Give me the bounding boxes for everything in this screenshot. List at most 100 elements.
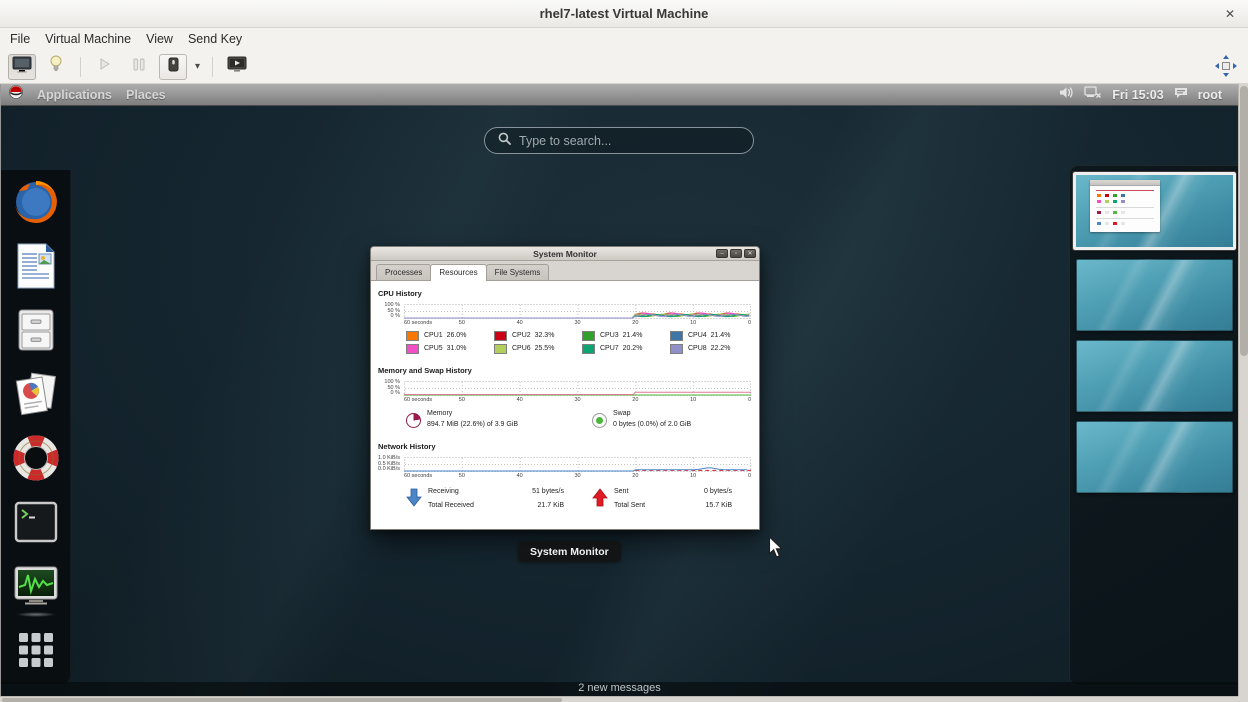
dock-item-libreoffice-writer[interactable]: [12, 242, 60, 290]
cpu4-swatch: [670, 331, 683, 341]
redhat-logo-icon: [9, 85, 23, 104]
swap-pie-icon: [592, 413, 607, 428]
message-tray-text: 2 new messages: [578, 682, 661, 694]
dock-item-terminal[interactable]: [12, 498, 60, 546]
sent-label: Sent: [614, 488, 676, 498]
search-placeholder: Type to search...: [519, 134, 611, 148]
vertical-scrollbar-thumb[interactable]: [1240, 86, 1248, 356]
toolbar-separator: [80, 57, 81, 77]
workspace-thumbnail-1[interactable]: [1073, 172, 1236, 250]
cpu5-swatch: [406, 344, 419, 354]
close-icon[interactable]: ✕: [744, 249, 756, 258]
console-monitor-icon: [12, 56, 32, 78]
mouse-cursor: [768, 536, 785, 564]
horizontal-scrollbar-thumb[interactable]: [2, 698, 562, 702]
workspace-thumbnail-3[interactable]: [1076, 340, 1233, 412]
user-menu[interactable]: root: [1198, 88, 1222, 102]
window-caption: System Monitor: [518, 541, 621, 562]
resources-pane: CPU History 100 %50 %0 % 60 seconds50403…: [371, 281, 759, 512]
horizontal-scrollbar[interactable]: [0, 696, 1238, 702]
menu-file[interactable]: File: [9, 30, 31, 48]
swap-label: Swap: [613, 410, 691, 417]
vm-toolbar: ▾: [0, 50, 1248, 84]
app-grid-icon: [17, 631, 55, 669]
dash-dock: [1, 170, 71, 684]
resize-handle-button[interactable]: [1214, 54, 1238, 83]
running-indicator: [16, 612, 56, 617]
sm-tabbar: Processes Resources File Systems: [371, 261, 759, 281]
cpu2-swatch: [494, 331, 507, 341]
cpu1-swatch: [406, 331, 419, 341]
vm-titlebar[interactable]: rhel7-latest Virtual Machine ✕: [0, 0, 1248, 28]
maximize-icon[interactable]: ▫: [730, 249, 742, 258]
menu-virtual-machine[interactable]: Virtual Machine: [44, 30, 132, 48]
memory-label: Memory: [427, 410, 518, 417]
memory-history-title: Memory and Swap History: [378, 366, 751, 375]
applications-menu[interactable]: Applications: [37, 88, 112, 102]
terminal-icon: [14, 501, 58, 543]
sm-window-title: System Monitor: [533, 249, 597, 259]
menu-view[interactable]: View: [145, 30, 174, 48]
workspace-thumbnail-2[interactable]: [1076, 259, 1233, 331]
cpu8-swatch: [670, 344, 683, 354]
clock[interactable]: Fri 15:03: [1112, 88, 1163, 102]
cpu7-swatch: [582, 344, 595, 354]
system-monitor-icon: [13, 565, 59, 607]
chevron-down-icon[interactable]: ▾: [193, 61, 202, 72]
life-ring-icon: [13, 435, 59, 481]
file-cabinet-icon: [17, 308, 55, 352]
mini-window-preview: [1090, 180, 1160, 232]
network-history-graph: 1.0 KiB/s0.5 KiB/s0.0 KiB/s 60 seconds50…: [378, 457, 751, 481]
total-received-label: Total Received: [428, 502, 498, 512]
cpu-legend: CPU1 26.0% CPU2 32.3% CPU3 21.4% CPU4 21…: [406, 330, 751, 354]
memory-history-graph: 100 %50 %0 % 60 seconds50403020100: [378, 381, 751, 405]
cpu-history-title: CPU History: [378, 289, 751, 298]
menu-send-key[interactable]: Send Key: [187, 30, 243, 48]
close-icon[interactable]: ✕: [1221, 5, 1239, 23]
receiving-label: Receiving: [428, 488, 498, 498]
receiving-arrow-icon: [406, 488, 422, 512]
console-view-button[interactable]: [8, 54, 36, 80]
network-history-title: Network History: [378, 442, 751, 451]
places-menu[interactable]: Places: [126, 88, 166, 102]
lightbulb-icon: [50, 55, 62, 78]
toolbar-separator: [212, 57, 213, 77]
sm-titlebar[interactable]: System Monitor – ▫ ✕: [371, 247, 759, 261]
system-monitor-window[interactable]: System Monitor – ▫ ✕ Processes Resources…: [370, 246, 760, 530]
cpu-history-graph: 100 %50 %0 % 60 seconds50403020100: [378, 304, 751, 328]
dock-item-help[interactable]: [12, 434, 60, 482]
network-status-icon[interactable]: [1084, 86, 1102, 104]
workspace-thumbnail-4[interactable]: [1076, 421, 1233, 493]
search-input[interactable]: Type to search...: [484, 127, 754, 154]
total-received-value: 21.7 KiB: [498, 502, 564, 512]
message-tray[interactable]: 2 new messages: [1, 682, 1238, 696]
dock-item-file-manager[interactable]: [12, 306, 60, 354]
dock-item-documents[interactable]: [12, 370, 60, 418]
sent-arrow-icon: [592, 488, 608, 512]
run-button[interactable]: [91, 54, 119, 80]
details-button[interactable]: [42, 54, 70, 80]
sent-value: 0 bytes/s: [676, 488, 732, 498]
dock-item-system-monitor[interactable]: [12, 562, 60, 610]
tab-file-systems[interactable]: File Systems: [486, 264, 550, 280]
workspace-switcher: [1069, 165, 1238, 686]
tab-resources[interactable]: Resources: [430, 264, 486, 281]
shutdown-icon: [168, 57, 179, 77]
firefox-icon: [13, 179, 59, 225]
cpu3-swatch: [582, 331, 595, 341]
shutdown-button[interactable]: [159, 54, 187, 80]
search-icon: [498, 132, 511, 150]
fullscreen-button[interactable]: [223, 54, 251, 80]
volume-icon[interactable]: [1059, 86, 1074, 104]
virt-manager-window: rhel7-latest Virtual Machine ✕ File Virt…: [0, 0, 1248, 702]
play-icon: [98, 57, 112, 76]
dock-item-firefox[interactable]: [12, 178, 60, 226]
writer-icon: [15, 242, 57, 290]
chat-bubble-icon[interactable]: [1174, 86, 1188, 104]
tab-processes[interactable]: Processes: [376, 264, 431, 280]
minimize-icon[interactable]: –: [716, 249, 728, 258]
pause-button[interactable]: [125, 54, 153, 80]
network-legend: Receiving 51 bytes/s Total Received 21.7…: [406, 488, 751, 512]
vertical-scrollbar[interactable]: [1238, 84, 1248, 696]
dock-item-show-applications[interactable]: [12, 626, 60, 674]
